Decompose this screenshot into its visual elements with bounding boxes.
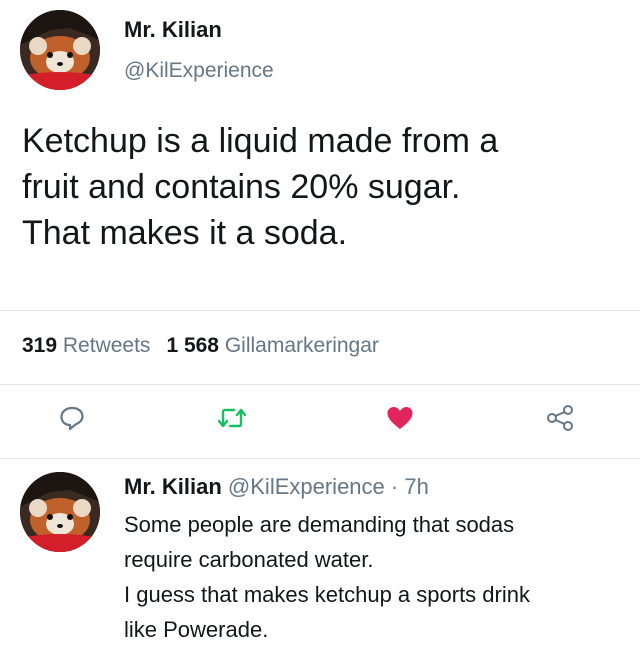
tweet-stats: 319 Retweets 1 568 Gillamarkeringar: [22, 334, 379, 358]
like-button[interactable]: [380, 398, 420, 438]
reply-text-line: require carbonated water.: [124, 547, 374, 572]
reply-text-line: Some people are demanding that sodas: [124, 512, 515, 537]
separator-dot: ·: [390, 474, 399, 499]
like-label: Gillamarkeringar: [224, 334, 379, 357]
retweet-count: 319: [22, 334, 58, 357]
divider: [0, 458, 640, 459]
avatar[interactable]: [20, 472, 100, 552]
retweet-icon: [217, 408, 247, 428]
reply-button[interactable]: [52, 398, 92, 438]
reply-text-line: like Powerade.: [124, 617, 269, 642]
author-name[interactable]: Mr. Kilian: [124, 17, 222, 43]
tweet-text: Ketchup is a liquid made from a fruit an…: [22, 118, 622, 256]
retweet-button[interactable]: [212, 398, 252, 438]
reply-timestamp[interactable]: 7h: [404, 474, 428, 499]
retweets-stat[interactable]: 319 Retweets: [22, 334, 150, 357]
like-count: 1 568: [166, 334, 219, 357]
author-handle[interactable]: @KilExperience: [124, 59, 274, 83]
red-panda-avatar-image: [20, 10, 100, 90]
share-button[interactable]: [540, 398, 580, 438]
retweet-label: Retweets: [62, 334, 151, 357]
tweet-text-line: That makes it a soda.: [22, 214, 348, 252]
reply-author-handle[interactable]: @KilExperience: [228, 474, 385, 499]
tweet-text-line: Ketchup is a liquid made from a: [22, 122, 499, 160]
share-icon: [547, 405, 573, 431]
divider: [0, 310, 640, 311]
likes-stat[interactable]: 1 568 Gillamarkeringar: [166, 334, 378, 357]
tweet-text-line: fruit and contains 20% sugar.: [22, 168, 461, 206]
divider: [0, 384, 640, 385]
reply-icon: [60, 406, 84, 431]
heart-icon: [387, 407, 413, 429]
avatar[interactable]: [20, 10, 100, 90]
reply-header: Mr. Kilian @KilExperience · 7h: [124, 474, 429, 500]
reply-text: Some people are demanding that sodas req…: [124, 507, 634, 647]
reply-text-line: I guess that makes ketchup a sports drin…: [124, 582, 530, 607]
reply-author-name[interactable]: Mr. Kilian: [124, 474, 222, 499]
red-panda-avatar-image: [20, 472, 100, 552]
